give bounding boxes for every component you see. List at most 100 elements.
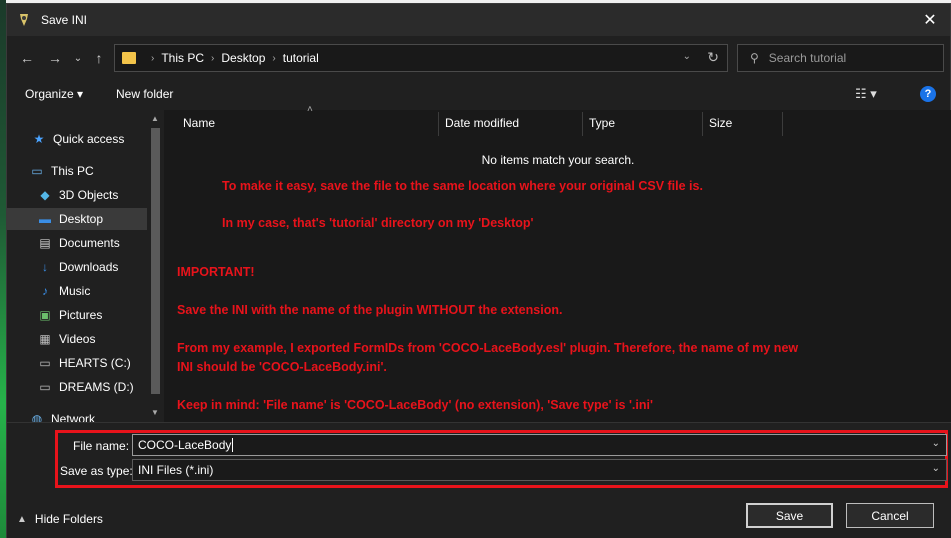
breadcrumb-separator-icon: › bbox=[211, 52, 215, 64]
folder-icon bbox=[122, 52, 136, 64]
navigation-pane: ★ Quick access ▭ This PC ◆ 3D Objects ▬ … bbox=[7, 110, 164, 422]
address-dropdown-icon[interactable]: ⌄ bbox=[683, 51, 691, 62]
column-header-date-modified[interactable]: Date modified bbox=[445, 116, 519, 130]
sidebar-item-music[interactable]: ♪ Music bbox=[7, 280, 147, 302]
column-divider[interactable] bbox=[782, 112, 783, 136]
annotation-text: In my case, that's 'tutorial' directory … bbox=[222, 216, 534, 230]
computer-icon: ▭ bbox=[31, 164, 43, 178]
sidebar-item-3d-objects[interactable]: ◆ 3D Objects bbox=[7, 184, 147, 206]
search-icon: ⚲ bbox=[750, 51, 759, 65]
save-button[interactable]: Save bbox=[746, 503, 833, 528]
save-type-label: Save as type: bbox=[60, 464, 133, 478]
sidebar-item-label: DREAMS (D:) bbox=[59, 380, 134, 394]
annotation-text: Keep in mind: 'File name' is 'COCO-LaceB… bbox=[177, 398, 653, 412]
cancel-button[interactable]: Cancel bbox=[846, 503, 934, 528]
sidebar-item-desktop[interactable]: ▬ Desktop bbox=[7, 208, 147, 230]
sidebar-item-label: Documents bbox=[59, 236, 120, 250]
close-icon[interactable]: ✕ bbox=[910, 4, 950, 36]
column-divider[interactable] bbox=[702, 112, 703, 136]
address-row: ← → ⌄ ↑ › This PC › Desktop › tutorial ⌄… bbox=[7, 42, 950, 74]
annotation-text: To make it easy, save the file to the sa… bbox=[222, 179, 703, 193]
title-bar: Save INI ✕ bbox=[7, 4, 950, 36]
search-placeholder: Search tutorial bbox=[768, 51, 847, 65]
column-divider[interactable] bbox=[438, 112, 439, 136]
video-icon: ▦ bbox=[39, 332, 51, 346]
annotation-text: Save the INI with the name of the plugin… bbox=[177, 303, 563, 317]
back-arrow-icon[interactable]: ← bbox=[17, 48, 37, 68]
hide-folders-label: Hide Folders bbox=[34, 512, 103, 526]
sidebar-item-label: HEARTS (C:) bbox=[59, 356, 131, 370]
organize-button[interactable]: Organize ▾ bbox=[25, 87, 83, 101]
refresh-icon[interactable]: ↻ bbox=[707, 49, 719, 66]
sidebar-item-label: 3D Objects bbox=[59, 188, 119, 202]
sidebar-item-hearts-drive[interactable]: ▭ HEARTS (C:) bbox=[7, 352, 147, 374]
recent-locations-icon[interactable]: ⌄ bbox=[68, 48, 88, 68]
sidebar-item-pictures[interactable]: ▣ Pictures bbox=[7, 304, 147, 326]
app-icon bbox=[20, 14, 28, 26]
breadcrumb-this-pc[interactable]: This PC bbox=[161, 51, 204, 65]
scroll-down-icon[interactable]: ▼ bbox=[151, 408, 159, 417]
file-name-label: File name: bbox=[73, 439, 130, 453]
scrollbar-thumb[interactable] bbox=[151, 128, 160, 394]
chevron-down-icon[interactable]: ⌄ bbox=[932, 438, 940, 449]
drive-icon: ▭ bbox=[39, 380, 51, 394]
sidebar-item-label: Pictures bbox=[59, 308, 103, 322]
file-list-pane[interactable]: ˄ Name Date modified Type Size No items … bbox=[164, 104, 951, 422]
scroll-up-icon[interactable]: ▲ bbox=[151, 114, 159, 123]
sidebar-item-label: Quick access bbox=[53, 132, 125, 146]
breadcrumb-separator-icon: › bbox=[151, 52, 155, 64]
column-header-name[interactable]: Name bbox=[183, 116, 215, 130]
column-divider[interactable] bbox=[582, 112, 583, 136]
sidebar-item-label: Music bbox=[59, 284, 91, 298]
view-options-icon[interactable]: ☷ ▾ bbox=[855, 86, 877, 102]
cube-icon: ◆ bbox=[40, 188, 50, 202]
sidebar-item-network[interactable]: ◍ Network bbox=[7, 408, 147, 422]
column-header-size[interactable]: Size bbox=[709, 116, 732, 130]
star-icon: ★ bbox=[33, 132, 45, 146]
pictures-icon: ▣ bbox=[39, 308, 51, 322]
sidebar-item-downloads[interactable]: ↓ Downloads bbox=[7, 256, 147, 278]
save-options-panel: File name: COCO-LaceBody ⌄ Save as type:… bbox=[7, 422, 951, 538]
download-icon: ↓ bbox=[42, 260, 48, 274]
sidebar-item-label: Videos bbox=[59, 332, 96, 346]
up-arrow-icon[interactable]: ↑ bbox=[89, 48, 109, 68]
sidebar-item-quick-access[interactable]: ★ Quick access bbox=[7, 128, 147, 150]
search-box[interactable]: ⚲ Search tutorial bbox=[737, 44, 944, 72]
window-title: Save INI bbox=[41, 13, 88, 27]
sidebar-item-dreams-drive[interactable]: ▭ DREAMS (D:) bbox=[7, 376, 147, 398]
sidebar-item-videos[interactable]: ▦ Videos bbox=[7, 328, 147, 350]
breadcrumb-separator-icon: › bbox=[272, 52, 276, 64]
text-caret bbox=[232, 438, 234, 452]
empty-state-message: No items match your search. bbox=[481, 153, 635, 167]
column-header-type[interactable]: Type bbox=[589, 116, 615, 130]
annotation-text: INI should be 'COCO-LaceBody.ini'. bbox=[177, 360, 387, 374]
desktop-icon: ▬ bbox=[39, 212, 51, 226]
document-icon: ▤ bbox=[39, 236, 51, 250]
command-bar: Organize ▾ New folder ☷ ▾ ? bbox=[7, 80, 950, 108]
navigation-scrollbar[interactable]: ▲ ▼ bbox=[147, 110, 164, 422]
drive-icon: ▭ bbox=[39, 356, 51, 370]
sidebar-item-label: Downloads bbox=[59, 260, 119, 274]
save-type-value: INI Files (*.ini) bbox=[138, 463, 214, 477]
breadcrumb-tutorial[interactable]: tutorial bbox=[283, 51, 319, 65]
chevron-down-icon[interactable]: ⌄ bbox=[932, 463, 940, 474]
file-name-input[interactable]: COCO-LaceBody ⌄ bbox=[132, 434, 947, 456]
new-folder-button[interactable]: New folder bbox=[116, 87, 173, 101]
hide-folders-toggle[interactable]: ▲ Hide Folders bbox=[17, 512, 103, 526]
save-type-select[interactable]: INI Files (*.ini) ⌄ bbox=[132, 459, 947, 481]
save-dialog: Save INI ✕ ← → ⌄ ↑ › This PC › Desktop ›… bbox=[6, 3, 951, 538]
collapse-arrow-icon: ▲ bbox=[17, 513, 27, 525]
network-icon: ◍ bbox=[31, 412, 43, 422]
sidebar-item-label: Network bbox=[51, 412, 96, 422]
sort-ascending-icon: ˄ bbox=[307, 104, 313, 115]
breadcrumb-desktop[interactable]: Desktop bbox=[221, 51, 265, 65]
annotation-heading: IMPORTANT! bbox=[177, 265, 255, 279]
music-icon: ♪ bbox=[42, 284, 48, 298]
annotation-text: From my example, I exported FormIDs from… bbox=[177, 341, 799, 355]
forward-arrow-icon[interactable]: → bbox=[45, 48, 65, 68]
file-name-value: COCO-LaceBody bbox=[138, 438, 232, 452]
help-icon[interactable]: ? bbox=[920, 86, 936, 102]
sidebar-item-this-pc[interactable]: ▭ This PC bbox=[7, 160, 147, 182]
address-bar[interactable]: › This PC › Desktop › tutorial ⌄ ↻ bbox=[114, 44, 728, 72]
sidebar-item-documents[interactable]: ▤ Documents bbox=[7, 232, 147, 254]
